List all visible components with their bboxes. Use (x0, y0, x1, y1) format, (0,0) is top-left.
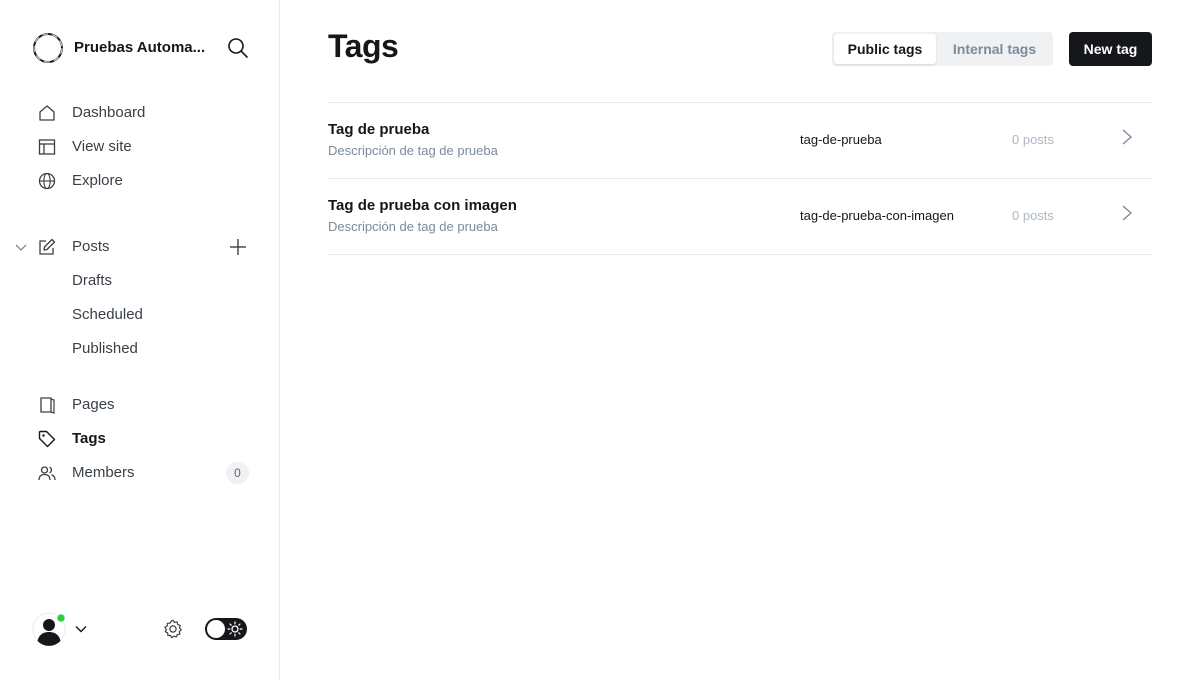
nav-members-label: Members (72, 464, 135, 481)
nav-posts[interactable]: Posts (38, 235, 250, 259)
brand: Pruebas Automa... (32, 32, 252, 64)
tag-icon (38, 430, 56, 448)
members-count-badge: 0 (226, 462, 249, 484)
nav-tags-label: Tags (72, 430, 106, 447)
nav-view-site[interactable]: View site (38, 135, 250, 159)
nav-drafts[interactable]: Drafts (72, 272, 112, 289)
chevron-right-icon (1122, 205, 1133, 221)
user-avatar[interactable] (32, 612, 66, 646)
internal-tags-tab[interactable]: Internal tags (938, 34, 1051, 64)
nav-tags[interactable]: Tags (38, 427, 250, 451)
nav-view-site-label: View site (72, 138, 132, 155)
tag-row[interactable]: Tag de prueba con imagen Descripción de … (328, 179, 1152, 255)
gear-icon[interactable] (162, 618, 184, 640)
tag-row[interactable]: Tag de prueba Descripción de tag de prue… (328, 103, 1152, 179)
tag-post-count[interactable]: 0 posts (1012, 132, 1054, 147)
search-icon[interactable] (226, 36, 250, 60)
nav-dashboard-label: Dashboard (72, 104, 146, 121)
new-tag-button[interactable]: New tag (1069, 32, 1152, 66)
nav-explore[interactable]: Explore (38, 169, 250, 193)
theme-toggle-knob (207, 620, 225, 638)
tag-post-count[interactable]: 0 posts (1012, 208, 1054, 223)
tag-name: Tag de prueba (328, 121, 430, 138)
globe-icon (38, 172, 56, 190)
public-tags-tab[interactable]: Public tags (834, 34, 936, 64)
sun-icon (227, 621, 243, 637)
nav-members[interactable]: Members 0 (38, 461, 250, 485)
nav-pages-label: Pages (72, 396, 115, 413)
tag-description: Descripción de tag de prueba (328, 219, 498, 234)
tag-description: Descripción de tag de prueba (328, 143, 498, 158)
tag-slug: tag-de-prueba-con-imagen (800, 208, 954, 223)
pages-icon (40, 397, 55, 414)
theme-toggle[interactable] (205, 618, 247, 640)
nav-explore-label: Explore (72, 172, 123, 189)
tag-type-filter: Public tags Internal tags (832, 32, 1053, 66)
chevron-down-icon[interactable] (14, 240, 28, 254)
new-post-plus-icon[interactable] (228, 237, 248, 257)
tag-slug: tag-de-prueba (800, 132, 882, 147)
site-logo-icon[interactable] (32, 32, 64, 64)
layout-icon (38, 139, 56, 155)
members-icon (38, 466, 56, 481)
main-content: Tags Public tags Internal tags New tag T… (280, 0, 1200, 681)
chevron-right-icon (1122, 129, 1133, 145)
nav-pages[interactable]: Pages (38, 393, 250, 417)
site-name[interactable]: Pruebas Automa... (74, 39, 212, 56)
tags-list: Tag de prueba Descripción de tag de prue… (328, 102, 1152, 255)
page-title: Tags (328, 28, 399, 64)
nav-posts-label: Posts (72, 238, 110, 255)
sidebar: Pruebas Automa... Dashboard View site Ex… (0, 0, 280, 681)
home-icon (39, 105, 55, 121)
edit-icon (39, 238, 56, 255)
nav-scheduled[interactable]: Scheduled (72, 306, 143, 323)
chevron-down-icon[interactable] (74, 622, 88, 636)
tag-name: Tag de prueba con imagen (328, 197, 517, 214)
nav-published[interactable]: Published (72, 340, 138, 357)
nav-dashboard[interactable]: Dashboard (38, 101, 250, 125)
